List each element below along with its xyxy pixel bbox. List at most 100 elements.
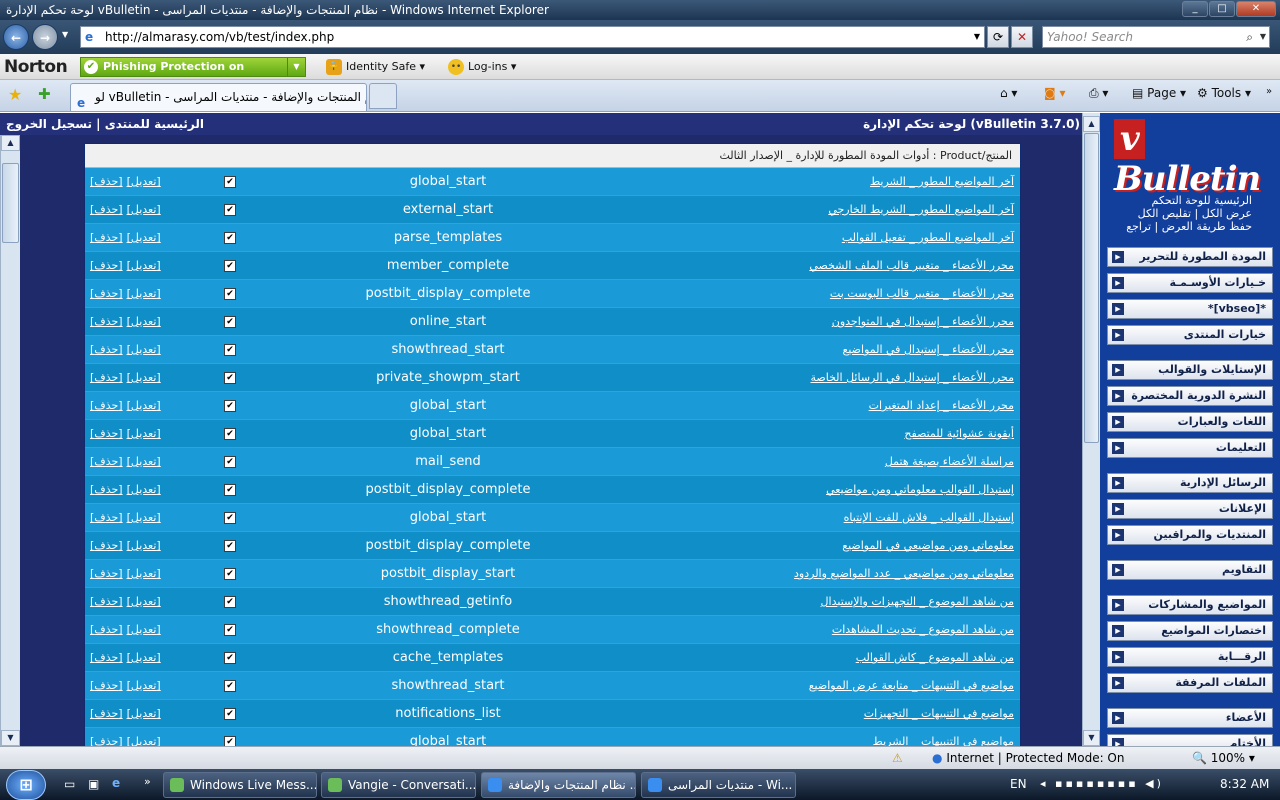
edit-link[interactable]: [تعديل] [127, 259, 161, 272]
scroll-down-icon[interactable]: ▼ [1083, 730, 1100, 746]
delete-link[interactable]: [حذف] [90, 343, 123, 356]
active-checkbox[interactable]: ✔ [224, 288, 236, 300]
sidebar-menu-item[interactable]: ▶ اختصارات المواضيع [1107, 621, 1273, 641]
taskbar-button[interactable]: Vangie - Conversati... [321, 772, 476, 798]
sidebar-menu-item[interactable]: ▶ خيارات المنتدى [1107, 325, 1273, 345]
edit-link[interactable]: [تعديل] [127, 679, 161, 692]
system-tray-icons[interactable]: ◂ ▪▪▪▪▪▪▪▪ ◀) [1040, 777, 1164, 790]
edit-link[interactable]: [تعديل] [127, 175, 161, 188]
plugin-name-link[interactable]: إستبدال القوالب _ فلاش للفت الإنتباه [844, 504, 1014, 532]
delete-link[interactable]: [حذف] [90, 483, 123, 496]
start-button[interactable]: ⊞ [6, 770, 46, 800]
edit-link[interactable]: [تعديل] [127, 371, 161, 384]
new-tab-button[interactable] [369, 83, 397, 109]
edit-link[interactable]: [تعديل] [127, 343, 161, 356]
taskbar-button[interactable]: نظام المنتجات والإضافة ... [481, 772, 636, 798]
delete-link[interactable]: [حذف] [90, 455, 123, 468]
scroll-thumb[interactable] [1084, 133, 1099, 443]
expand-arrow-icon[interactable]: ▶ [1112, 625, 1124, 637]
scroll-down-icon[interactable]: ▼ [1, 730, 20, 746]
search-input[interactable]: Yahoo! Search ⌕ ▼ [1042, 26, 1270, 48]
sidebar-menu-item[interactable]: ▶ الأعضاء [1107, 708, 1273, 728]
delete-link[interactable]: [حذف] [90, 175, 123, 188]
switch-windows-icon[interactable]: ▣ [88, 777, 99, 791]
print-icon[interactable]: ⎙ ▾ [1089, 86, 1108, 101]
favorites-star-icon[interactable]: ★ [8, 85, 22, 104]
tab-active[interactable]: e لو vBulletin - نظام المنتجات والإضافة … [70, 83, 367, 111]
sidebar-menu-item[interactable]: ▶ الرقـــابة [1107, 647, 1273, 667]
active-checkbox[interactable]: ✔ [224, 680, 236, 692]
edit-link[interactable]: [تعديل] [127, 399, 161, 412]
sidebar-menu-item[interactable]: ▶ الإعلانات [1107, 499, 1273, 519]
recent-pages-chevron-icon[interactable]: ▼ [62, 30, 68, 39]
delete-link[interactable]: [حذف] [90, 511, 123, 524]
back-button[interactable]: ← [3, 24, 29, 50]
active-checkbox[interactable]: ✔ [224, 512, 236, 524]
delete-link[interactable]: [حذف] [90, 371, 123, 384]
sidebar-menu-item[interactable]: ▶ خـيارات الأوسـمـة [1107, 273, 1273, 293]
show-desktop-icon[interactable]: ▭ [64, 777, 75, 791]
plugin-name-link[interactable]: آخر المواضيع المطور _ تفعيل القوالب [842, 224, 1014, 252]
sidebar-menu-item[interactable]: ▶ النشرة الدورية المختصرة [1107, 386, 1273, 406]
scroll-up-icon[interactable]: ▲ [1, 135, 20, 151]
scroll-thumb[interactable] [2, 163, 19, 243]
delete-link[interactable]: [حذف] [90, 679, 123, 692]
logins-button[interactable]: •• Log-ins ▾ [448, 59, 516, 75]
delete-link[interactable]: [حذف] [90, 427, 123, 440]
plugin-name-link[interactable]: مواضيع في التنبيهات _ متابعة عرض المواضي… [809, 672, 1014, 700]
delete-link[interactable]: [حذف] [90, 231, 123, 244]
active-checkbox[interactable]: ✔ [224, 400, 236, 412]
main-left-scrollbar[interactable]: ▲ ▼ [0, 135, 20, 746]
active-checkbox[interactable]: ✔ [224, 540, 236, 552]
sidebar-menu-item[interactable]: ▶ الملفات المرفقة [1107, 673, 1273, 693]
language-indicator[interactable]: EN [1010, 777, 1027, 791]
address-input[interactable]: e http://almarasy.com/vb/test/index.php … [80, 26, 985, 48]
edit-link[interactable]: [تعديل] [127, 623, 161, 636]
cp-home-link[interactable]: الرئيسية للوحة التحكم [1152, 194, 1252, 207]
sidebar-menu-item[interactable]: ▶ الرسائل الإدارية [1107, 473, 1273, 493]
active-checkbox[interactable]: ✔ [224, 596, 236, 608]
save-view-links[interactable]: حفظ طريقة العرض | تراجع [1126, 220, 1252, 233]
phishing-dropdown-icon[interactable]: ▼ [287, 58, 305, 76]
active-checkbox[interactable]: ✔ [224, 652, 236, 664]
delete-link[interactable]: [حذف] [90, 567, 123, 580]
expand-arrow-icon[interactable]: ▶ [1112, 599, 1124, 611]
delete-link[interactable]: [حذف] [90, 203, 123, 216]
plugin-name-link[interactable]: معلوماتي ومن مواضيعي في المواضيع [842, 532, 1014, 560]
edit-link[interactable]: [تعديل] [127, 231, 161, 244]
plugin-name-link[interactable]: آخر المواضيع المطور _ الشريط [870, 168, 1014, 196]
edit-link[interactable]: [تعديل] [127, 455, 161, 468]
plugin-name-link[interactable]: من شاهد الموضوع _ تحديث المشاهدات [832, 616, 1014, 644]
tools-menu[interactable]: ⚙ Tools ▾ [1197, 86, 1251, 100]
forum-home-logout-links[interactable]: الرئيسية للمنتدى | تسجيل الخروج [6, 113, 204, 135]
plugin-name-link[interactable]: محرر الأعضاء _ إعداد المتغيرات [869, 392, 1014, 420]
expand-arrow-icon[interactable]: ▶ [1112, 277, 1124, 289]
expand-arrow-icon[interactable]: ▶ [1112, 329, 1124, 341]
expand-arrow-icon[interactable]: ▶ [1112, 477, 1124, 489]
search-options-chevron-icon[interactable]: ▼ [1260, 27, 1266, 47]
expand-arrow-icon[interactable]: ▶ [1112, 677, 1124, 689]
edit-link[interactable]: [تعديل] [127, 707, 161, 720]
edit-link[interactable]: [تعديل] [127, 595, 161, 608]
quicklaunch-more-icon[interactable]: » [144, 775, 151, 788]
expand-arrow-icon[interactable]: ▶ [1112, 390, 1124, 402]
active-checkbox[interactable]: ✔ [224, 624, 236, 636]
expand-arrow-icon[interactable]: ▶ [1112, 529, 1124, 541]
plugin-name-link[interactable]: محرر الأعضاء _ متغيير قالب الملف الشخصي [809, 252, 1014, 280]
scroll-up-icon[interactable]: ▲ [1083, 116, 1100, 132]
sidebar-menu-item[interactable]: ▶ المنتديات والمراقبين [1107, 525, 1273, 545]
edit-link[interactable]: [تعديل] [127, 651, 161, 664]
edit-link[interactable]: [تعديل] [127, 567, 161, 580]
edit-link[interactable]: [تعديل] [127, 287, 161, 300]
active-checkbox[interactable]: ✔ [224, 344, 236, 356]
plugin-name-link[interactable]: أيقونة عشوائية للمتصفح [904, 420, 1014, 448]
delete-link[interactable]: [حذف] [90, 399, 123, 412]
phishing-protection-button[interactable]: ✔ Phishing Protection on ▼ [80, 57, 306, 77]
delete-link[interactable]: [حذف] [90, 259, 123, 272]
active-checkbox[interactable]: ✔ [224, 428, 236, 440]
refresh-button[interactable]: ⟳ [987, 26, 1009, 48]
active-checkbox[interactable]: ✔ [224, 204, 236, 216]
expand-arrow-icon[interactable]: ▶ [1112, 303, 1124, 315]
sidebar-menu-item[interactable]: ▶ التقاويم [1107, 560, 1273, 580]
sidebar-menu-item[interactable]: ▶ الإستايلات والقوالب [1107, 360, 1273, 380]
